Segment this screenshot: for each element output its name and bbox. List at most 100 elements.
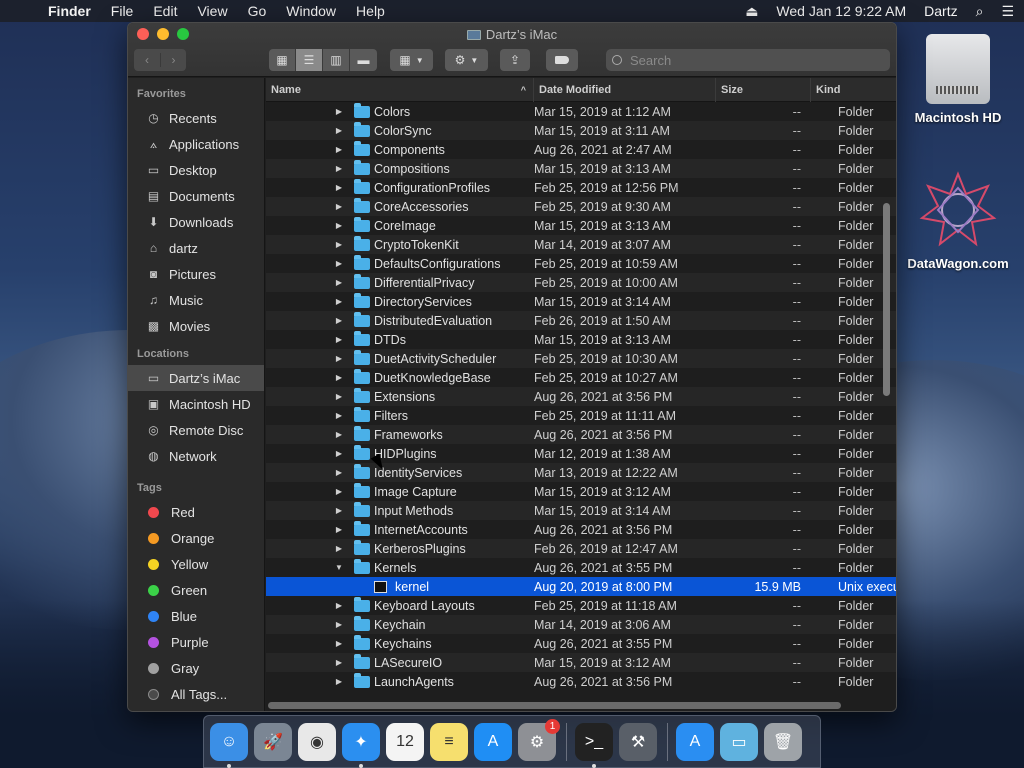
disclosure-closed-icon[interactable]: ▶ — [335, 487, 343, 496]
disclosure-closed-icon[interactable]: ▶ — [335, 525, 343, 534]
sidebar-tag-blue[interactable]: Blue — [128, 603, 264, 629]
desktop-icon-macintosh-hd[interactable]: Macintosh HD — [903, 34, 1013, 125]
dock-app-instruments-icon[interactable]: ⚒ — [619, 722, 657, 761]
desktop-icon-datawagon[interactable]: DataWagon.com — [903, 170, 1013, 271]
table-row[interactable]: ▶ KerberosPlugins Feb 26, 2019 at 12:47 AM… — [266, 539, 896, 558]
table-row[interactable]: ▶ ColorSync Mar 15, 2019 at 3:11 AM -- Folde… — [266, 121, 896, 140]
disclosure-closed-icon[interactable]: ▶ — [335, 449, 343, 458]
table-row[interactable]: ▶ Compositions Mar 15, 2019 at 3:13 AM -- Fo… — [266, 159, 896, 178]
disclosure-closed-icon[interactable]: ▶ — [335, 126, 343, 135]
disclosure-closed-icon[interactable]: ▶ — [335, 335, 343, 344]
icon-view-icon[interactable]: ▦ — [269, 49, 296, 71]
table-row[interactable]: ▶ Extensions Aug 26, 2021 at 3:56 PM -- Fold… — [266, 387, 896, 406]
disclosure-closed-icon[interactable]: ▶ — [335, 278, 343, 287]
disclosure-closed-icon[interactable]: ▶ — [335, 183, 343, 192]
column-view-icon[interactable]: ▥ — [323, 49, 350, 71]
disclosure-closed-icon[interactable]: ▶ — [335, 297, 343, 306]
disclosure-open-icon[interactable]: ▼ — [335, 563, 343, 572]
table-row[interactable]: ▶ DistributedEvaluation Feb 26, 2019 at 1:… — [266, 311, 896, 330]
dock-app-notes-icon[interactable]: ≡ — [430, 722, 468, 761]
table-row[interactable]: ▶ LaunchAgents Aug 26, 2021 at 3:56 PM -- Fo… — [266, 672, 896, 691]
dock-app-calendar-icon[interactable]: 12 — [386, 722, 424, 761]
disclosure-closed-icon[interactable]: ▶ — [335, 677, 343, 686]
table-row[interactable]: ▶ InternetAccounts Aug 26, 2021 at 3:56 PM… — [266, 520, 896, 539]
table-row[interactable]: ▶ Input Methods Mar 15, 2019 at 3:14 AM -- F… — [266, 501, 896, 520]
table-row[interactable]: ▶ ConfigurationProfiles Feb 25, 2019 at 12… — [266, 178, 896, 197]
menu-file[interactable]: File — [111, 3, 134, 19]
column-header-date[interactable]: Date Modified — [534, 77, 716, 102]
disclosure-closed-icon[interactable]: ▶ — [335, 544, 343, 553]
column-header-name[interactable]: Name ^ — [266, 77, 534, 102]
sidebar-item-pictures[interactable]: ◙ Pictures — [128, 261, 264, 287]
dock-app-app-store-downloads-icon[interactable]: A — [676, 722, 714, 761]
table-row[interactable]: ▶ DuetKnowledgeBase Feb 25, 2019 at 10:27 … — [266, 368, 896, 387]
share-button[interactable]: ⇪ — [500, 49, 530, 71]
table-row[interactable]: ▶ IdentityServices Mar 13, 2019 at 12:22 A… — [266, 463, 896, 482]
sidebar-item-downloads[interactable]: ⬇ Downloads — [128, 209, 264, 235]
column-header-kind[interactable]: Kind — [811, 78, 896, 102]
disclosure-closed-icon[interactable]: ▶ — [335, 164, 343, 173]
table-row[interactable]: ▶ DifferentialPrivacy Feb 25, 2019 at 10:0… — [266, 273, 896, 292]
menu-help[interactable]: Help — [356, 3, 385, 19]
dock-app-applications-folder-icon[interactable]: ▭ — [720, 722, 758, 761]
table-row[interactable]: kernel Aug 20, 2019 at 8:00 PM 15.9 MB Unix… — [266, 577, 896, 596]
notification-center-icon[interactable]: ☰ — [1001, 3, 1014, 20]
disclosure-closed-icon[interactable]: ▶ — [335, 658, 343, 667]
dock-app-safari-icon[interactable]: ✦ — [342, 722, 380, 768]
sidebar-tag-yellow[interactable]: Yellow — [128, 551, 264, 577]
list-view-icon[interactable]: ☰ — [296, 49, 323, 71]
disclosure-closed-icon[interactable]: ▶ — [335, 430, 343, 439]
sidebar-item-documents[interactable]: ▤ Documents — [128, 183, 264, 209]
table-row[interactable]: ▶ CoreImage Mar 15, 2019 at 3:13 AM -- Folde… — [266, 216, 896, 235]
table-row[interactable]: ▶ DefaultsConfigurations Feb 25, 2019 at 1… — [266, 254, 896, 273]
sidebar-item-recents[interactable]: ◷ Recents — [128, 105, 264, 131]
sidebar-item-network[interactable]: ◍ Network — [128, 443, 264, 469]
table-row[interactable]: ▶ Components Aug 26, 2021 at 2:47 AM -- Fold… — [266, 140, 896, 159]
menu-window[interactable]: Window — [286, 3, 336, 19]
forward-button[interactable]: › — [160, 53, 186, 67]
sidebar-item-applications[interactable]: ⟑ Applications — [128, 131, 264, 157]
disclosure-closed-icon[interactable]: ▶ — [335, 221, 343, 230]
table-row[interactable]: ▶ CryptoTokenKit Mar 14, 2019 at 3:07 AM --… — [266, 235, 896, 254]
table-row[interactable]: ▶ HIDPlugins Mar 12, 2019 at 1:38 AM -- Fold… — [266, 444, 896, 463]
search-input[interactable] — [630, 52, 870, 68]
dock-app-finder-icon[interactable]: ☺ — [210, 722, 248, 768]
disclosure-closed-icon[interactable]: ▶ — [335, 620, 343, 629]
sidebar-tag-gray[interactable]: Gray — [128, 655, 264, 681]
eject-icon[interactable]: ⏏ — [745, 3, 758, 20]
disclosure-closed-icon[interactable]: ▶ — [335, 392, 343, 401]
table-row[interactable]: ▶ Keyboard Layouts Feb 25, 2019 at 11:18 A… — [266, 596, 896, 615]
user-name[interactable]: Dartz — [924, 3, 957, 19]
dock-app-terminal-icon[interactable]: >_ — [575, 722, 613, 768]
table-row[interactable]: ▶ Colors Mar 15, 2019 at 1:12 AM -- Folder — [266, 102, 896, 121]
sidebar-tag-orange[interactable]: Orange — [128, 525, 264, 551]
table-row[interactable]: ▶ CoreAccessories Feb 25, 2019 at 9:30 AM -… — [266, 197, 896, 216]
sidebar-item-music[interactable]: ♫ Music — [128, 287, 264, 313]
gallery-view-icon[interactable]: ▬ — [350, 49, 377, 71]
sidebar-item-imac[interactable]: ▭ Dartz’s iMac — [128, 365, 264, 391]
disclosure-closed-icon[interactable]: ▶ — [335, 373, 343, 382]
dock-app-system-preferences-icon[interactable]: ⚙ 1 — [518, 718, 560, 761]
sidebar-tag-red[interactable]: Red — [128, 499, 264, 525]
vertical-scrollbar[interactable] — [883, 203, 890, 396]
sidebar-item-home[interactable]: ⌂ dartz — [128, 235, 264, 261]
menu-edit[interactable]: Edit — [153, 3, 177, 19]
table-row[interactable]: ▶ Filters Feb 25, 2019 at 11:11 AM -- Folder — [266, 406, 896, 425]
group-by-button[interactable]: ▦ ▼ — [390, 49, 433, 71]
table-row[interactable]: ▶ LASecureIO Mar 15, 2019 at 3:12 AM -- Fold… — [266, 653, 896, 672]
spotlight-icon[interactable]: ⌕ — [976, 3, 984, 20]
sidebar-item-movies[interactable]: ▩ Movies — [128, 313, 264, 339]
sidebar-item-desktop[interactable]: ▭ Desktop — [128, 157, 264, 183]
sidebar-item-macintosh-hd[interactable]: ▣ Macintosh HD — [128, 391, 264, 417]
dock-app-trash-icon[interactable]: 🗑 — [764, 722, 802, 761]
disclosure-closed-icon[interactable]: ▶ — [335, 601, 343, 610]
dock-app-chrome-icon[interactable]: ◉ — [298, 722, 336, 761]
disclosure-closed-icon[interactable]: ▶ — [335, 468, 343, 477]
disclosure-closed-icon[interactable]: ▶ — [335, 202, 343, 211]
search-field[interactable] — [606, 49, 890, 71]
back-button[interactable]: ‹ — [134, 53, 160, 67]
menu-view[interactable]: View — [197, 3, 227, 19]
table-row[interactable]: ▶ Keychains Aug 26, 2021 at 3:55 PM -- Folde… — [266, 634, 896, 653]
table-row[interactable]: ▶ DuetActivityScheduler Feb 25, 2019 at 10… — [266, 349, 896, 368]
disclosure-closed-icon[interactable]: ▶ — [335, 145, 343, 154]
